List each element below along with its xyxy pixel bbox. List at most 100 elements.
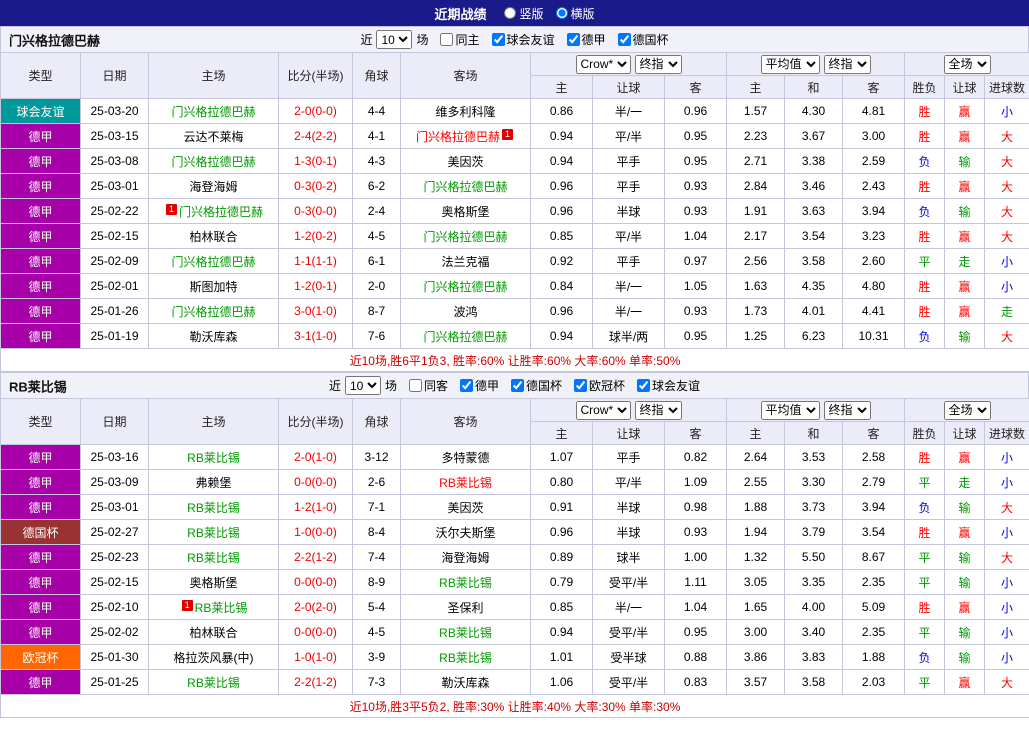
match-count-select[interactable]: 10: [344, 376, 381, 395]
team-name-link[interactable]: RB莱比锡: [187, 551, 240, 565]
filter-checkbox[interactable]: 欧冠杯: [574, 377, 625, 394]
filter-checkbox-input[interactable]: [491, 33, 505, 46]
score-halftime[interactable]: 1-1(1-1): [278, 248, 353, 274]
team-name-link[interactable]: 波鸿: [453, 305, 477, 319]
odds-final-select[interactable]: 终指: [634, 400, 682, 420]
team-name-link[interactable]: 奥格斯堡: [189, 576, 237, 590]
odds-final-select[interactable]: 终指: [634, 54, 682, 74]
match-row: 德甲 25-02-15 奥格斯堡 0-0(0-0) 8-9 RB莱比锡 0.79 受平/半 1.…: [0, 569, 1029, 595]
team-name-link[interactable]: 格拉茨风暴(中): [174, 651, 254, 665]
score-halftime[interactable]: 0-3(0-0): [278, 198, 353, 224]
layout-option-vertical[interactable]: 竖版: [504, 5, 544, 22]
team-name-link[interactable]: 勒沃库森: [189, 330, 237, 344]
score-halftime[interactable]: 3-1(1-0): [278, 323, 353, 349]
team-name-link[interactable]: 门兴格拉德巴赫: [171, 155, 255, 169]
filter-checkbox-input[interactable]: [617, 33, 631, 46]
team-name-link[interactable]: 弗赖堡: [195, 476, 231, 490]
team-name-link[interactable]: 海登海姆: [441, 551, 489, 565]
team-name-link[interactable]: 柏林联合: [189, 230, 237, 244]
avg-company-select[interactable]: 平均值: [760, 54, 820, 74]
filter-checkbox[interactable]: 德甲: [459, 377, 499, 394]
odds-company-select[interactable]: Crow*: [575, 400, 631, 420]
score-halftime[interactable]: 0-0(0-0): [278, 619, 353, 645]
filter-checkbox[interactable]: 球会友谊: [491, 31, 555, 48]
filter-checkbox[interactable]: 德甲: [566, 31, 606, 48]
team-name-link[interactable]: 云达不莱梅: [183, 130, 243, 144]
filter-checkbox-input[interactable]: [511, 379, 524, 392]
avg-company-select[interactable]: 平均值: [760, 400, 820, 420]
layout-radio[interactable]: [504, 7, 517, 19]
team-name-link[interactable]: 沃尔夫斯堡: [435, 526, 495, 540]
match-count-select[interactable]: 10: [376, 30, 413, 49]
team-name-link[interactable]: RB莱比锡: [439, 626, 492, 640]
filter-checkbox[interactable]: 同主: [440, 31, 480, 48]
team-name-link[interactable]: RB莱比锡: [187, 526, 240, 540]
team-name-link[interactable]: RB莱比锡: [439, 576, 492, 590]
full-match-header: 全场: [904, 398, 1029, 422]
filter-checkbox-input[interactable]: [440, 33, 454, 46]
team-name-link[interactable]: 多特蒙德: [441, 451, 489, 465]
col-away: 客场: [400, 52, 531, 99]
avg-home: 2.84: [726, 173, 785, 199]
team-name-link[interactable]: 门兴格拉德巴赫: [423, 180, 507, 194]
filter-checkbox[interactable]: 德国杯: [511, 377, 562, 394]
col-avg-away: 客: [841, 75, 906, 99]
team-name-link[interactable]: 勒沃库森: [441, 676, 489, 690]
filter-checkbox[interactable]: 德国杯: [617, 31, 669, 48]
team-name-link[interactable]: 门兴格拉德巴赫: [423, 330, 507, 344]
layout-option-horizontal[interactable]: 横版: [555, 5, 595, 22]
score-halftime[interactable]: 2-4(2-2): [278, 123, 353, 149]
team-name-link[interactable]: 海登海姆: [189, 180, 237, 194]
layout-radio[interactable]: [555, 7, 568, 19]
team-name-link[interactable]: RB莱比锡: [187, 501, 240, 515]
filter-checkbox[interactable]: 球会友谊: [637, 377, 700, 394]
team-name-link[interactable]: 美因茨: [447, 501, 483, 515]
team-name-link[interactable]: 柏林联合: [189, 626, 237, 640]
score-halftime[interactable]: 2-2(1-2): [278, 669, 353, 695]
team-name-link[interactable]: 门兴格拉德巴赫: [423, 230, 507, 244]
score-halftime[interactable]: 2-0(1-0): [278, 444, 353, 470]
filter-checkbox-input[interactable]: [459, 379, 473, 392]
filter-checkbox[interactable]: 同客: [408, 377, 448, 394]
team-name-link[interactable]: RB莱比锡: [187, 676, 240, 690]
avg-final-select[interactable]: 终指: [823, 54, 871, 74]
team-name-link[interactable]: 门兴格拉德巴赫: [416, 130, 500, 144]
filter-checkbox-input[interactable]: [408, 379, 422, 392]
team-name-link[interactable]: 圣保利: [447, 601, 483, 615]
team-name-link[interactable]: 斯图加特: [189, 280, 237, 294]
team-name-link[interactable]: 门兴格拉德巴赫: [171, 305, 255, 319]
score-halftime[interactable]: 1-0(0-0): [278, 519, 353, 545]
team-name-link[interactable]: 奥格斯堡: [441, 205, 489, 219]
score-halftime[interactable]: 1-2(1-0): [278, 494, 353, 520]
score-halftime[interactable]: 0-0(0-0): [278, 469, 353, 495]
team-name-link[interactable]: 门兴格拉德巴赫: [179, 205, 263, 219]
score-halftime[interactable]: 1-2(0-2): [278, 223, 353, 249]
team-name-link[interactable]: RB莱比锡: [439, 476, 492, 490]
score-halftime[interactable]: 1-3(0-1): [278, 148, 353, 174]
team-name-link[interactable]: 门兴格拉德巴赫: [171, 105, 255, 119]
odds-handicap: 受平/半: [592, 619, 665, 645]
team-name-link[interactable]: RB莱比锡: [187, 451, 240, 465]
score-halftime[interactable]: 0-0(0-0): [278, 569, 353, 595]
score-halftime[interactable]: 2-2(1-2): [278, 544, 353, 570]
full-match-select[interactable]: 全场: [943, 400, 991, 420]
score-halftime[interactable]: 3-0(1-0): [278, 298, 353, 324]
filter-checkbox-input[interactable]: [574, 379, 588, 392]
avg-final-select[interactable]: 终指: [823, 400, 871, 420]
score-halftime[interactable]: 1-0(1-0): [278, 644, 353, 670]
team-name-link[interactable]: RB莱比锡: [439, 651, 492, 665]
score-halftime[interactable]: 2-0(0-0): [278, 98, 353, 124]
score-halftime[interactable]: 0-3(0-2): [278, 173, 353, 199]
odds-company-select[interactable]: Crow*: [575, 54, 631, 74]
team-name-link[interactable]: 维多利科隆: [435, 105, 495, 119]
team-name-link[interactable]: 法兰克福: [441, 255, 489, 269]
score-halftime[interactable]: 2-0(2-0): [278, 594, 353, 620]
score-halftime[interactable]: 1-2(0-1): [278, 273, 353, 299]
filter-checkbox-input[interactable]: [637, 379, 651, 392]
full-match-select[interactable]: 全场: [943, 54, 991, 74]
team-name-link[interactable]: 美因茨: [447, 155, 483, 169]
team-name-link[interactable]: 门兴格拉德巴赫: [171, 255, 255, 269]
team-name-link[interactable]: RB莱比锡: [195, 601, 248, 615]
team-name-link[interactable]: 门兴格拉德巴赫: [423, 280, 507, 294]
filter-checkbox-input[interactable]: [566, 33, 580, 46]
